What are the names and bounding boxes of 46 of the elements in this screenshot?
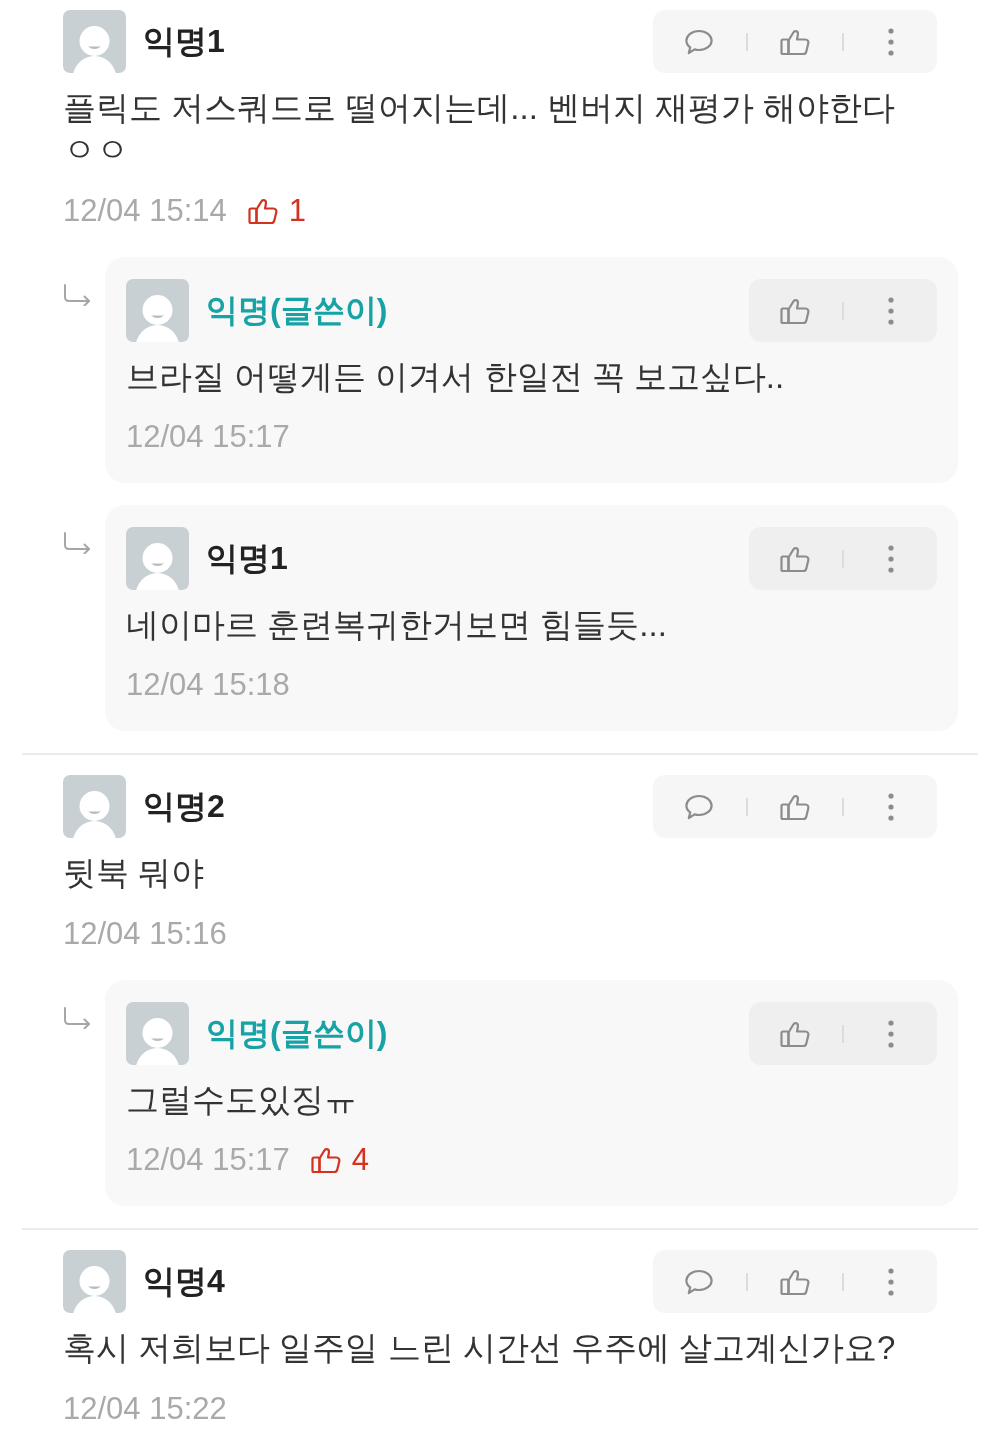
three-dots-icon: [888, 296, 894, 325]
author-name: 익명(글쓴이): [206, 1014, 388, 1053]
author-name: 익명2: [143, 787, 225, 826]
speech-bubble-icon: [684, 792, 714, 821]
comment-time: 12/04 15:16: [63, 915, 227, 953]
author-name: 익명1: [143, 22, 225, 61]
thumbs-up-icon: [780, 27, 810, 56]
person-avatar-icon: [126, 1002, 189, 1065]
speech-bubble-icon: [684, 1267, 714, 1296]
comment-time: 12/04 15:22: [63, 1390, 227, 1428]
comment-time: 12/04 15:18: [126, 666, 290, 704]
thumbs-up-icon: [247, 197, 278, 225]
person-avatar-icon: [63, 1250, 126, 1313]
comment-time: 12/04 15:14: [63, 192, 227, 230]
comment-text: 혹시 저희보다 일주일 느린 시간선 우주에 살고계신가요?: [63, 1328, 897, 1368]
three-dots-icon: [888, 792, 894, 821]
like-count: 4: [351, 1141, 369, 1179]
comment-text: 그럴수도있징ㅠ: [126, 1080, 358, 1120]
thumbs-up-icon: [780, 1267, 810, 1296]
comment-text: 플릭도 저스쿼드로 떨어지는데... 벤버지 재평가 해야한다 ㅇㅇ: [63, 88, 897, 170]
reply-arrow-icon: [63, 284, 91, 306]
three-dots-icon: [888, 1267, 894, 1296]
person-avatar-icon: [126, 279, 189, 342]
author-name: 익명(글쓴이): [206, 291, 388, 330]
author-name: 익명1: [206, 539, 288, 578]
thumbs-up-icon: [780, 1019, 810, 1048]
comment-time: 12/04 15:17: [126, 1141, 290, 1179]
three-dots-icon: [888, 27, 894, 56]
reply-arrow-icon: [63, 1007, 91, 1029]
person-avatar-icon: [126, 527, 189, 590]
author-name: 익명4: [143, 1262, 225, 1301]
three-dots-icon: [888, 544, 894, 573]
three-dots-icon: [888, 1019, 894, 1048]
comment-text: 네이마르 훈련복귀한거보면 힘들듯...: [126, 605, 668, 645]
reply-arrow-icon: [63, 532, 91, 554]
comment-text: 브라질 어떻게든 이겨서 한일전 꼭 보고싶다..: [126, 357, 786, 397]
thumbs-up-icon: [310, 1146, 341, 1174]
speech-bubble-icon: [684, 27, 714, 56]
like-count: 1: [288, 192, 306, 230]
thumbs-up-icon: [780, 792, 810, 821]
thumbs-up-icon: [780, 544, 810, 573]
comment-time: 12/04 15:17: [126, 418, 290, 456]
person-avatar-icon: [63, 10, 126, 73]
comment-text: 뒷북 뭐야: [63, 853, 206, 893]
person-avatar-icon: [63, 775, 126, 838]
thumbs-up-icon: [780, 296, 810, 325]
